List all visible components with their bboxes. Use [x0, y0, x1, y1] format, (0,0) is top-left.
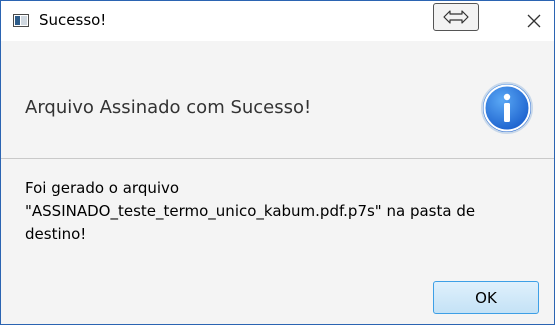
app-icon [13, 14, 29, 27]
message-text: Foi gerado o arquivo "ASSINADO_teste_ter… [25, 177, 535, 246]
title-bar[interactable]: Sucesso! [1, 1, 554, 41]
dialog-window: Sucesso! Arquivo Assinado com Sucesso! F… [0, 0, 555, 325]
message-line: "ASSINADO_teste_termo_unico_kabum.pdf.p7… [25, 202, 476, 220]
header-divider [1, 158, 554, 159]
message-line: destino! [25, 225, 87, 243]
message-line: Foi gerado o arquivo [25, 179, 180, 197]
info-icon [481, 82, 533, 134]
resize-horizontal-icon [443, 10, 469, 24]
ok-button[interactable]: OK [433, 281, 539, 314]
dialog-header: Arquivo Assinado com Sucesso! [1, 41, 554, 158]
window-title: Sucesso! [39, 11, 107, 29]
close-icon [527, 14, 541, 28]
resize-button[interactable] [433, 3, 479, 31]
close-button[interactable] [519, 7, 549, 35]
header-text: Arquivo Assinado com Sucesso! [25, 97, 312, 118]
